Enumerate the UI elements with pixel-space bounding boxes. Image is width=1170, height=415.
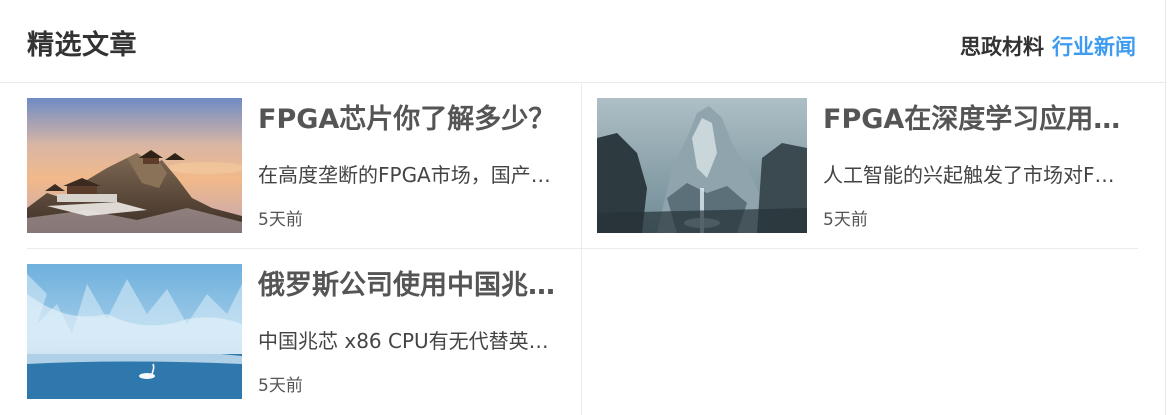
row-divider-left — [27, 248, 582, 249]
category-tabs: 思政材料 行业新闻 — [960, 32, 1136, 62]
article-thumbnail[interactable] — [27, 264, 242, 399]
article-card[interactable]: FPGA芯片你了解多少？ 在高度垄断的FPGA市场，国产厂商如何突围 5天前 — [27, 98, 572, 233]
article-card[interactable]: FPGA在深度学习应用中的优势 人工智能的兴起触发了市场对FPGA的需求 5天前 — [597, 98, 1142, 233]
article-thumbnail[interactable] — [597, 98, 807, 233]
article-thumbnail[interactable] — [27, 98, 242, 233]
article-card[interactable]: 俄罗斯公司使用中国兆芯处理器 中国兆芯 x86 CPU有无代替英特尔的可能 5天… — [27, 264, 572, 399]
article-summary: 中国兆芯 x86 CPU有无代替英特尔的可能 — [258, 329, 558, 353]
article-time: 5天前 — [823, 210, 868, 230]
article-time: 5天前 — [258, 210, 303, 230]
tab-ideology-materials[interactable]: 思政材料 — [960, 32, 1044, 62]
article-title[interactable]: FPGA芯片你了解多少？ — [258, 102, 558, 138]
featured-articles-panel: 精选文章 思政材料 行业新闻 FPGA芯片你了解多少？ 在高度垄断的FPGA市场… — [0, 0, 1166, 415]
article-title[interactable]: 俄罗斯公司使用中国兆芯处理器 — [258, 268, 558, 304]
article-summary: 人工智能的兴起触发了市场对FPGA的需求 — [823, 163, 1123, 187]
article-summary: 在高度垄断的FPGA市场，国产厂商如何突围 — [258, 163, 558, 187]
section-title: 精选文章 — [27, 30, 137, 61]
column-divider — [581, 84, 582, 415]
article-title[interactable]: FPGA在深度学习应用中的优势 — [823, 102, 1123, 138]
article-time: 5天前 — [258, 376, 303, 396]
panel-header: 精选文章 思政材料 行业新闻 — [0, 0, 1166, 83]
row-divider-right — [582, 248, 1138, 249]
tab-industry-news[interactable]: 行业新闻 — [1052, 32, 1136, 62]
